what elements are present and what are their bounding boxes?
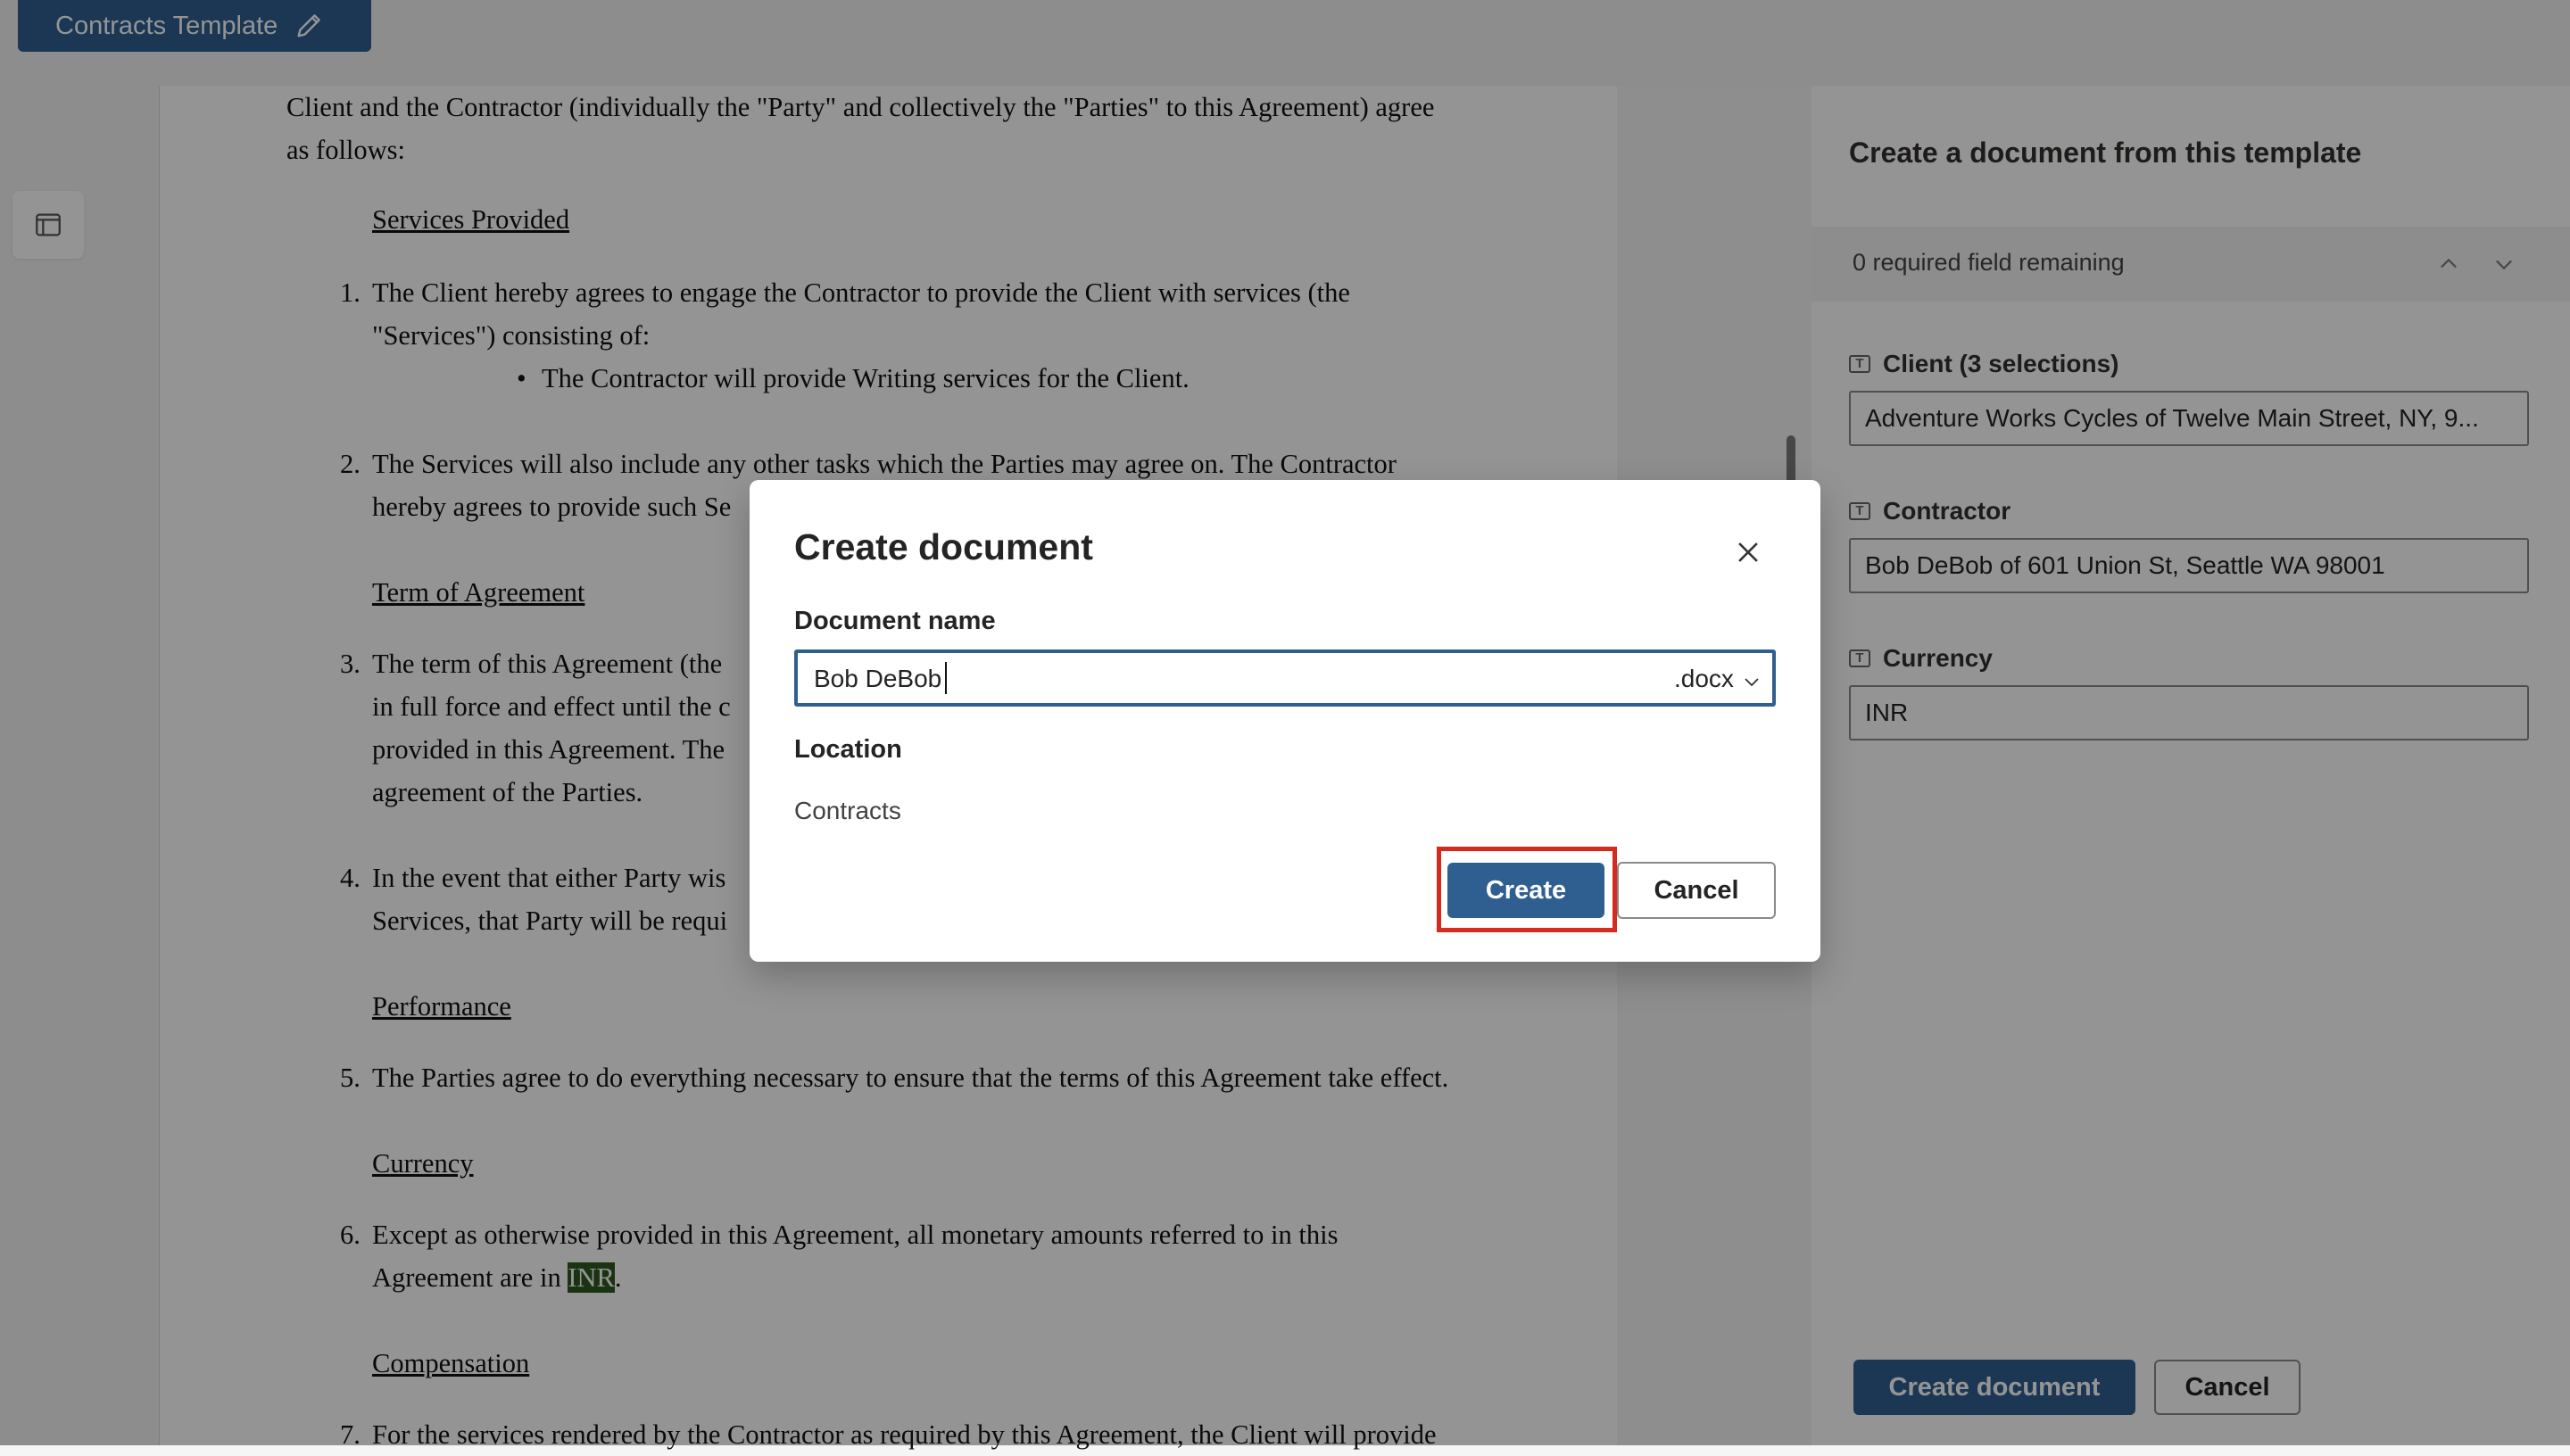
dialog-title: Create document <box>794 526 1093 567</box>
location-value: Contracts <box>794 797 901 824</box>
location-label: Location <box>794 735 902 764</box>
document-name-value: Bob DeBob <box>814 665 942 692</box>
file-extension-value[interactable]: .docx <box>1674 665 1734 693</box>
chevron-down-icon[interactable] <box>1741 671 1762 692</box>
dialog-cancel-button[interactable]: Cancel <box>1617 862 1776 919</box>
text-caret <box>945 662 947 694</box>
document-name-label: Document name <box>794 607 996 635</box>
create-button-highlight <box>1437 847 1617 932</box>
close-icon <box>1738 542 1758 562</box>
close-button[interactable] <box>1731 535 1765 569</box>
create-document-dialog: Create document Document name Bob DeBob … <box>750 480 1820 962</box>
document-name-input[interactable]: Bob DeBob .docx <box>794 649 1776 707</box>
